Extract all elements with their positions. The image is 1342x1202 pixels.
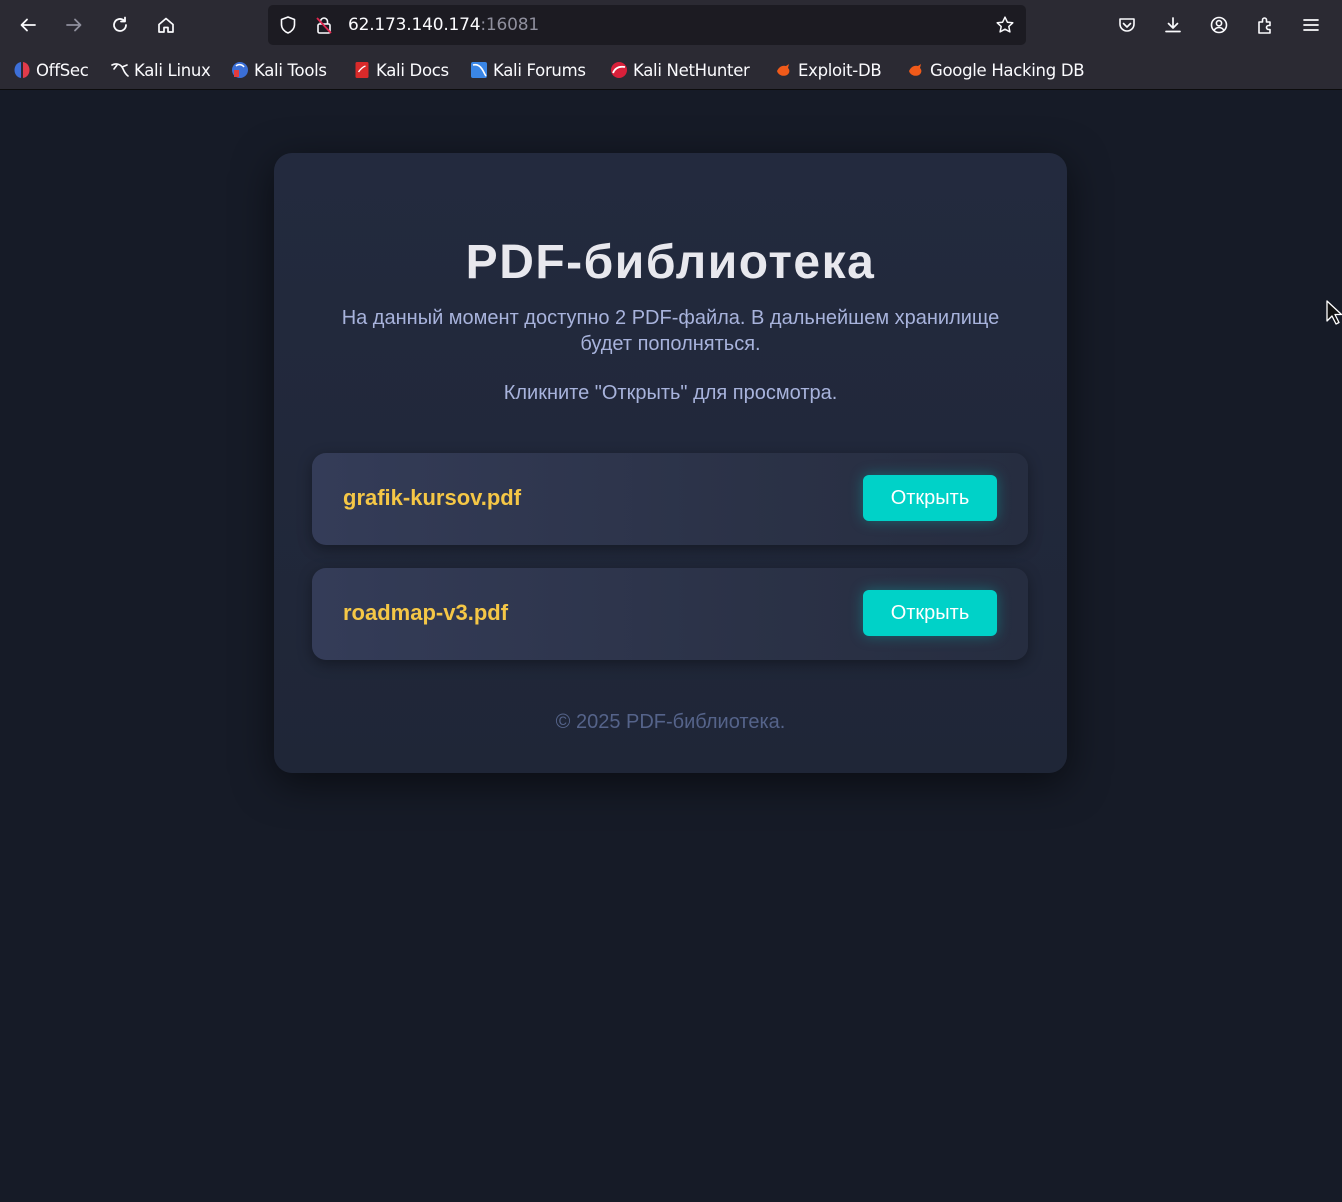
bookmark-label: Kali Linux — [134, 60, 211, 80]
url-bar[interactable]: 62.173.140.174:16081 — [268, 5, 1026, 45]
library-description: На данный момент доступно 2 PDF-файла. В… — [341, 307, 1000, 355]
reload-button[interactable] — [104, 9, 136, 41]
page-title: PDF-библиотека — [465, 236, 876, 289]
url-port: :16081 — [480, 15, 539, 35]
insecure-lock-icon[interactable] — [314, 15, 334, 35]
file-name: roadmap-v3.pdf — [343, 600, 509, 625]
url-text: 62.173.140.174:16081 — [348, 15, 539, 35]
url-host: 62.173.140.174 — [348, 15, 481, 35]
bookmark-label: Kali Docs — [376, 60, 449, 80]
forward-button[interactable] — [58, 9, 90, 41]
bookmark-kali-tools[interactable]: Kali Tools — [231, 59, 327, 81]
open-button[interactable]: Открыть — [863, 590, 997, 636]
kali-linux-icon — [111, 63, 129, 77]
bookmark-label: Kali NetHunter — [633, 60, 750, 80]
account-button[interactable] — [1203, 9, 1235, 41]
pocket-button[interactable] — [1111, 9, 1143, 41]
exploit-db-icon — [777, 64, 790, 76]
home-button[interactable] — [150, 9, 182, 41]
library-card: PDF-библиотека На данный момент доступно… — [274, 153, 1067, 773]
bookmarks-bar: OffSec Kali Linux Kali Tools Kali Docs K… — [0, 50, 1342, 90]
menu-button[interactable] — [1295, 9, 1327, 41]
download-icon — [1165, 17, 1181, 33]
open-hint: Кликните "Открыть" для просмотра. — [503, 382, 838, 404]
downloads-button[interactable] — [1157, 9, 1189, 41]
bookmark-label: OffSec — [36, 60, 89, 80]
kali-tools-icon — [232, 62, 248, 78]
file-name: grafik-kursov.pdf — [343, 485, 522, 510]
bookmark-kali-forums[interactable]: Kali Forums — [470, 59, 586, 81]
file-item: roadmap-v3.pdf Открыть — [312, 568, 1028, 660]
bookmark-kali-docs[interactable]: Kali Docs — [353, 59, 449, 81]
page-footer: © 2025 PDF-библиотека. — [555, 711, 786, 733]
ghdb-icon — [909, 64, 922, 76]
bookmark-kali-nethunter[interactable]: Kali NetHunter — [610, 59, 750, 81]
bookmark-google-hacking-db[interactable]: Google Hacking DB — [907, 59, 1085, 81]
account-icon — [1210, 16, 1228, 34]
browser-toolbar: 62.173.140.174:16081 — [0, 0, 1342, 50]
bookmark-label: Google Hacking DB — [930, 60, 1085, 80]
extensions-button[interactable] — [1249, 9, 1281, 41]
bookmark-star-icon[interactable] — [995, 15, 1015, 35]
mouse-cursor-icon — [1326, 300, 1342, 325]
file-item: grafik-kursov.pdf Открыть — [312, 453, 1028, 545]
bookmark-exploit-db[interactable]: Exploit-DB — [775, 59, 882, 81]
bookmark-offsec[interactable]: OffSec — [13, 59, 89, 81]
home-icon — [158, 17, 174, 33]
open-button[interactable]: Открыть — [863, 475, 997, 521]
back-arrow-icon — [20, 18, 36, 32]
bookmark-label: Kali Tools — [254, 60, 327, 80]
shield-icon[interactable] — [278, 15, 298, 35]
forward-arrow-icon — [66, 18, 82, 32]
reload-icon — [113, 16, 127, 32]
kali-forums-icon — [471, 62, 487, 78]
bookmark-kali-linux[interactable]: Kali Linux — [111, 59, 211, 81]
bookmark-label: Kali Forums — [493, 60, 586, 80]
hamburger-menu-icon — [1303, 19, 1319, 31]
bookmark-label: Exploit-DB — [798, 60, 882, 80]
back-button[interactable] — [12, 9, 44, 41]
kali-nethunter-icon — [611, 62, 627, 78]
pocket-icon — [1119, 18, 1135, 32]
kali-docs-icon — [355, 62, 369, 78]
puzzle-icon — [1258, 17, 1271, 34]
offsec-icon — [14, 62, 30, 78]
